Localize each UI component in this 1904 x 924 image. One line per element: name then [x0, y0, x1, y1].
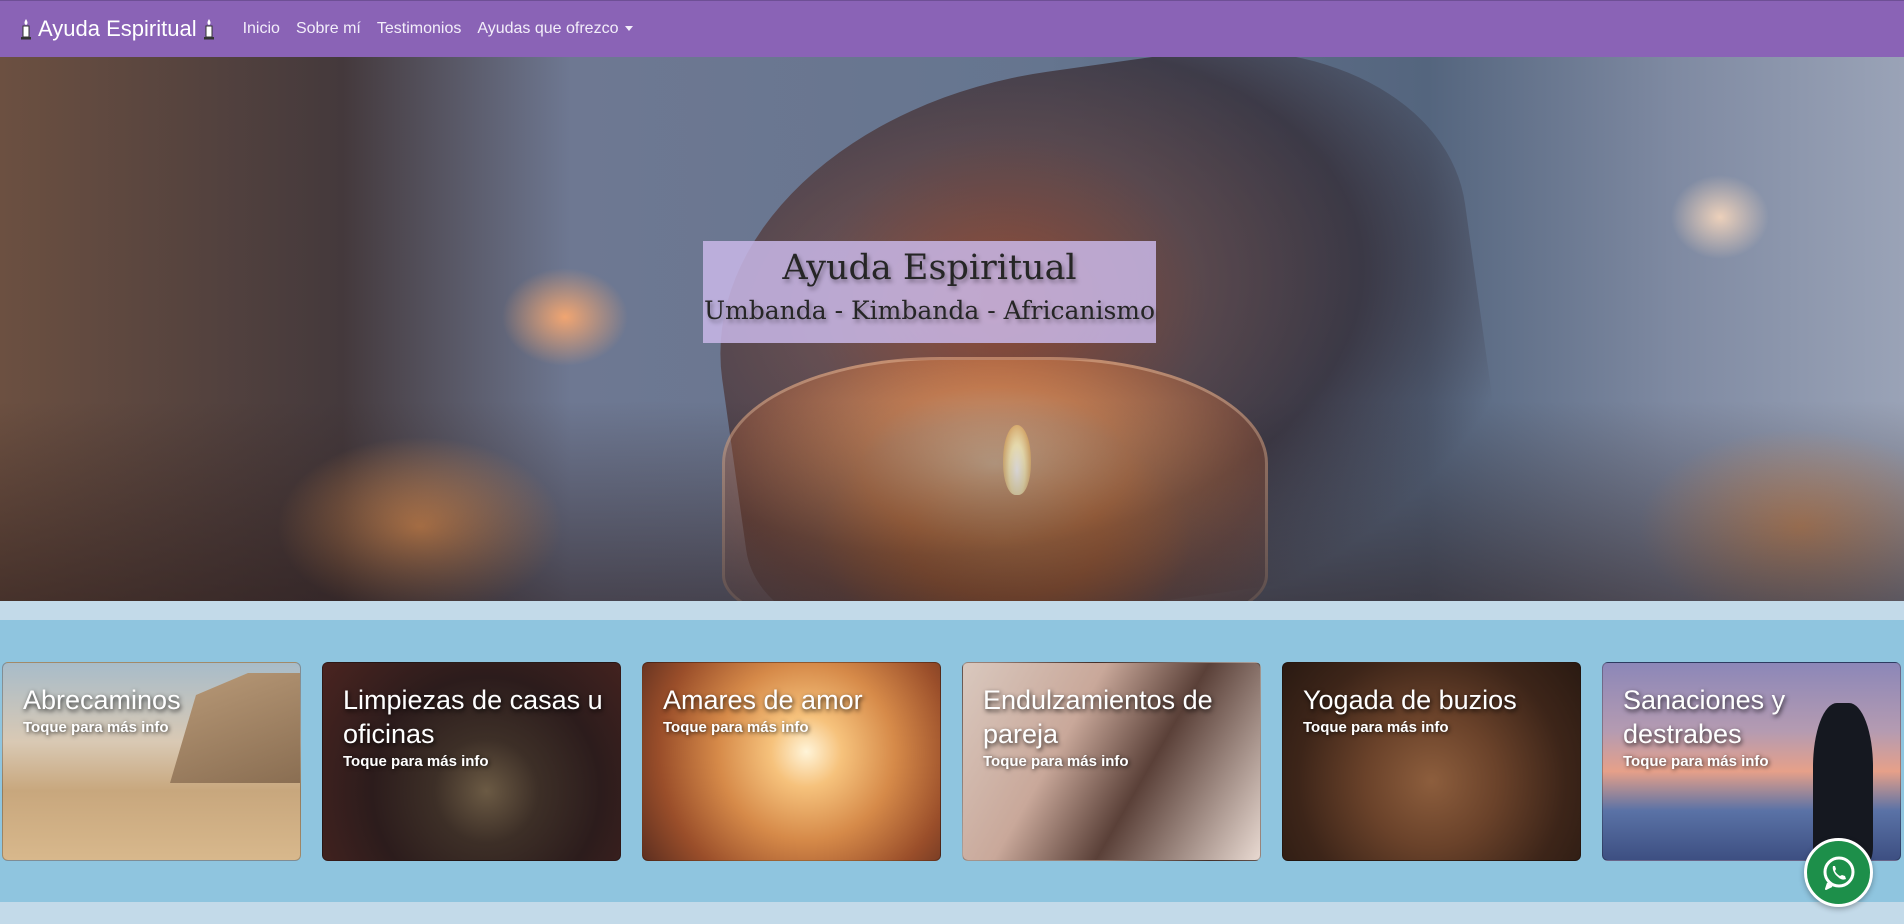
hero-title: Ayuda Espiritual — [782, 248, 1077, 288]
card-hint: Toque para más info — [343, 753, 489, 770]
services-section: Abrecaminos Toque para más info Limpieza… — [0, 620, 1904, 902]
service-card-amares[interactable]: Amares de amor Toque para más info — [642, 662, 941, 861]
service-card-abrecaminos[interactable]: Abrecaminos Toque para más info — [2, 662, 301, 861]
nav-dropdown-label: Ayudas que ofrezco — [477, 20, 619, 37]
nav-link-testimonios[interactable]: Testimonios — [377, 20, 461, 38]
candle-icon — [21, 19, 31, 40]
card-hint: Toque para más info — [983, 753, 1129, 770]
card-title: Endulzamientos de pareja — [983, 685, 1213, 749]
card-title: Abrecaminos — [23, 685, 181, 715]
card-hint: Toque para más info — [23, 719, 169, 736]
hero-shade — [0, 401, 1904, 601]
whatsapp-button[interactable] — [1804, 838, 1873, 907]
card-title: Yogada de buzios — [1303, 685, 1517, 715]
hero-subtitle: Umbanda - Kimbanda - Africanismo — [703, 296, 1156, 325]
card-hint: Toque para más info — [1623, 753, 1769, 770]
service-card-yogada[interactable]: Yogada de buzios Toque para más info — [1282, 662, 1581, 861]
nav-link-sobre-mi[interactable]: Sobre mí — [296, 20, 361, 38]
card-title: Sanaciones y destrabes — [1623, 685, 1786, 749]
service-card-limpiezas[interactable]: Limpiezas de casas u oficinas Toque para… — [322, 662, 621, 861]
caret-down-icon — [625, 26, 634, 32]
whatsapp-icon — [1823, 856, 1854, 890]
brand-link[interactable]: Ayuda Espiritual — [14, 16, 221, 42]
nav-link-inicio[interactable]: Inicio — [243, 20, 280, 38]
card-title: Amares de amor — [663, 685, 863, 715]
hero-banner: Ayuda Espiritual Umbanda - Kimbanda - Af… — [0, 57, 1904, 601]
hero-title-box: Ayuda Espiritual Umbanda - Kimbanda - Af… — [703, 241, 1156, 343]
card-title: Limpiezas de casas u oficinas — [343, 685, 603, 749]
service-card-sanaciones[interactable]: Sanaciones y destrabes Toque para más in… — [1602, 662, 1901, 861]
card-hint: Toque para más info — [1303, 719, 1449, 736]
nav-menu: Inicio Sobre mí Testimonios Ayudas que o… — [243, 20, 650, 38]
card-hint: Toque para más info — [663, 719, 809, 736]
candle-icon — [203, 19, 214, 40]
service-card-endulzamientos[interactable]: Endulzamientos de pareja Toque para más … — [962, 662, 1261, 861]
brand-name: Ayuda Espiritual — [38, 16, 197, 41]
navbar: Ayuda Espiritual Inicio Sobre mí Testimo… — [0, 0, 1904, 57]
nav-dropdown-ayudas[interactable]: Ayudas que ofrezco — [477, 20, 634, 38]
